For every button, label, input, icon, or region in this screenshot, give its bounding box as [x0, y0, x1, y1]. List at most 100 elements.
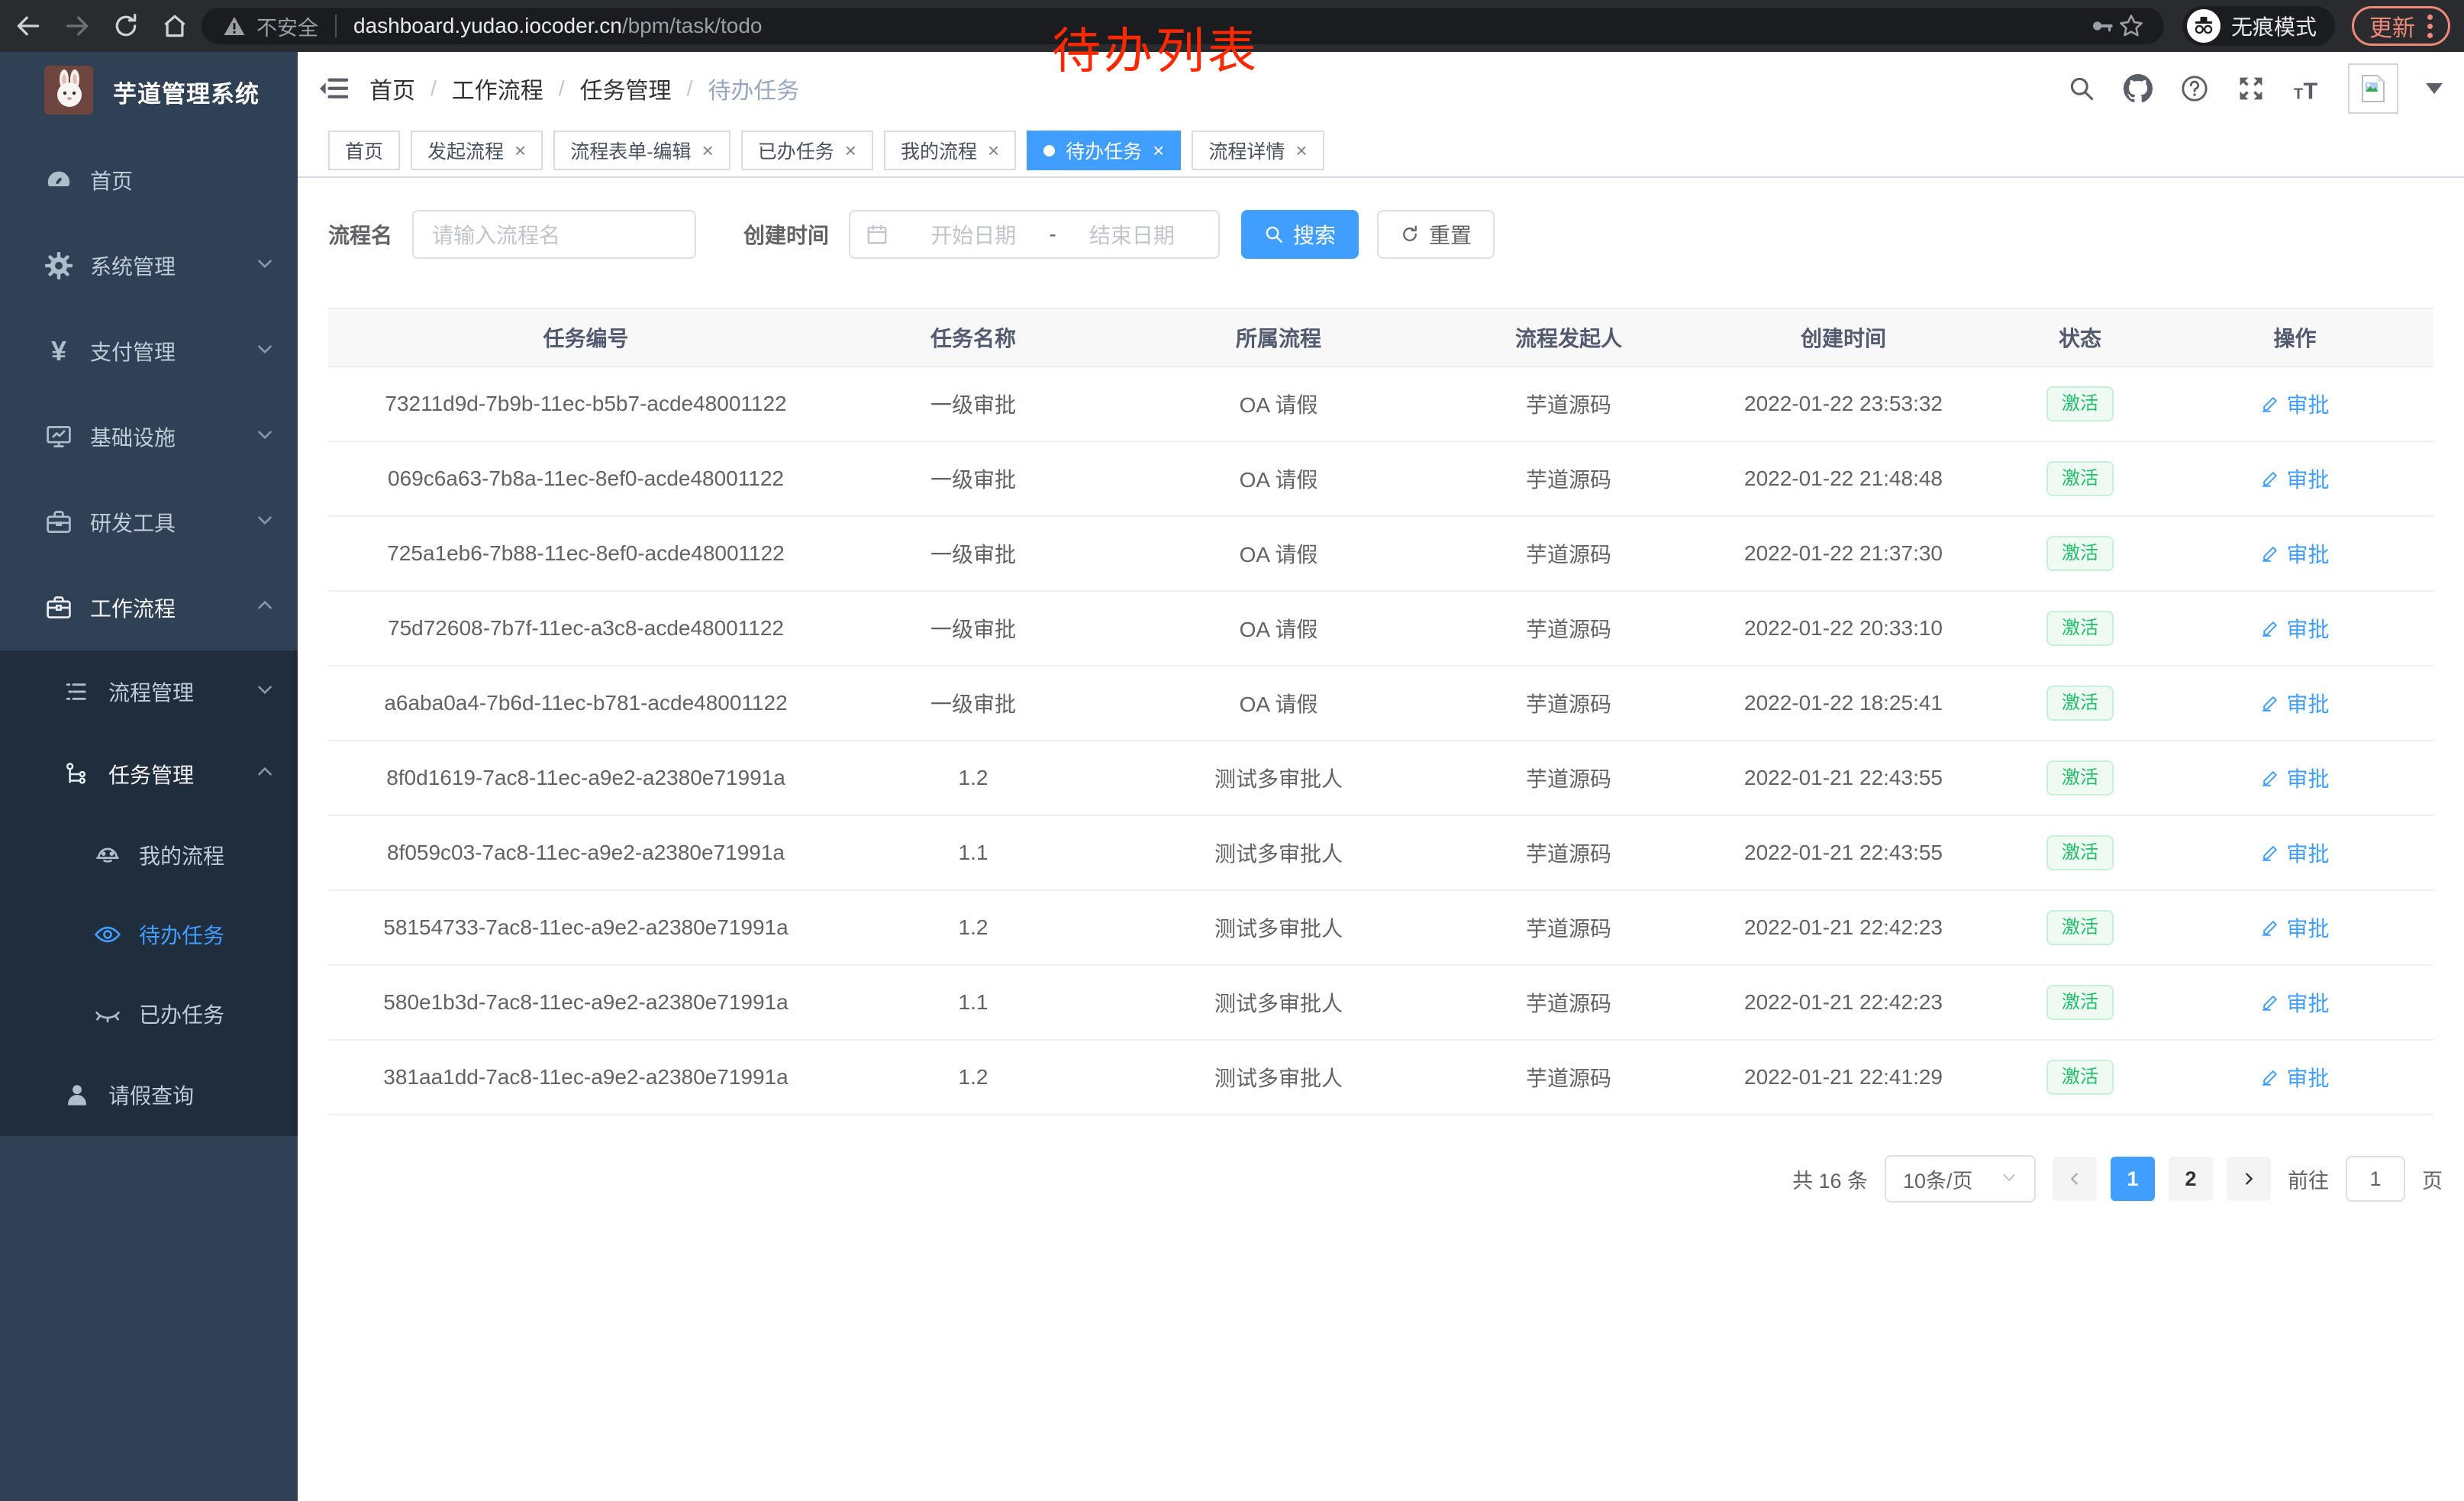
prev-page-button[interactable]: [2053, 1157, 2097, 1201]
task-id: 069c6a63-7b8a-11ec-8ef0-acde48001122: [328, 466, 843, 491]
sidebar-item-todo-tasks[interactable]: 待办任务: [0, 895, 298, 974]
table-row: 069c6a63-7b8a-11ec-8ef0-acde48001122一级审批…: [328, 442, 2433, 517]
close-icon[interactable]: ×: [1153, 140, 1164, 160]
process-name: OA 请假: [1103, 538, 1454, 569]
approve-link[interactable]: 审批: [2260, 463, 2329, 494]
approve-link[interactable]: 审批: [2260, 389, 2329, 419]
sidebar-item-done-tasks[interactable]: 已办任务: [0, 974, 298, 1054]
breadcrumb-task-mgmt[interactable]: 任务管理: [580, 72, 672, 105]
sidebar-item-workflow[interactable]: 工作流程: [0, 565, 298, 650]
task-id: a6aba0a4-7b6d-11ec-b781-acde48001122: [328, 691, 843, 715]
sidebar-item-task-mgmt[interactable]: 任务管理: [0, 733, 298, 815]
fullscreen-icon[interactable]: [2235, 73, 2267, 105]
sidebar-item-infra[interactable]: 基础设施: [0, 394, 298, 479]
monitor-icon: [44, 422, 73, 451]
page-button-2[interactable]: 2: [2169, 1157, 2213, 1201]
reload-icon[interactable]: [111, 11, 140, 40]
home-icon[interactable]: [160, 11, 189, 40]
process-starter: 芋道源码: [1454, 912, 1683, 943]
search-button[interactable]: 搜索: [1241, 210, 1359, 259]
tab-my-process[interactable]: 我的流程×: [884, 131, 1016, 170]
tab-todo-tasks[interactable]: 待办任务×: [1027, 131, 1181, 170]
eye-closed-icon: [93, 999, 122, 1028]
breadcrumb-home[interactable]: 首页: [369, 72, 415, 105]
process-starter: 芋道源码: [1454, 389, 1683, 419]
sidebar-item-devtools[interactable]: 研发工具: [0, 479, 298, 565]
date-range-picker[interactable]: 开始日期 - 结束日期: [849, 210, 1220, 259]
forward-icon[interactable]: [63, 11, 92, 40]
sidebar-collapse-icon[interactable]: [318, 71, 353, 106]
task-id: 73211d9d-7b9b-11ec-b5b7-acde48001122: [328, 392, 843, 416]
process-name-input[interactable]: 请输入流程名: [412, 210, 696, 259]
sidebar-item-home[interactable]: 首页: [0, 137, 298, 223]
tab-start-process[interactable]: 发起流程×: [411, 131, 543, 170]
approve-link[interactable]: 审批: [2260, 688, 2329, 718]
reset-button[interactable]: 重置: [1377, 210, 1495, 259]
incognito-icon: [2187, 9, 2221, 43]
back-icon[interactable]: [14, 11, 43, 40]
close-icon[interactable]: ×: [845, 140, 856, 160]
tab-process-detail[interactable]: 流程详情×: [1192, 131, 1324, 170]
browser-menu-icon[interactable]: [2427, 15, 2433, 38]
chevron-down-icon: [255, 510, 275, 535]
create-time: 2022-01-21 22:42:23: [1683, 990, 2004, 1015]
avatar[interactable]: [2348, 63, 2398, 114]
bookmark-star-icon[interactable]: [2117, 11, 2146, 40]
page-header: 首页 / 工作流程 / 任务管理 / 待办任务 TT: [298, 52, 2464, 124]
update-button[interactable]: 更新: [2352, 6, 2450, 46]
page-size-select[interactable]: 10条/页: [1885, 1155, 2036, 1202]
total-count: 共 16 条: [1792, 1164, 1868, 1194]
col-status: 状态: [2004, 322, 2156, 353]
approve-link[interactable]: 审批: [2260, 763, 2329, 793]
approve-link[interactable]: 审批: [2260, 1062, 2329, 1093]
end-date-placeholder[interactable]: 结束日期: [1061, 219, 1203, 250]
sidebar-item-my-process[interactable]: 我的流程: [0, 815, 298, 895]
process-name: 测试多审批人: [1103, 763, 1454, 793]
search-icon[interactable]: [2066, 73, 2098, 105]
goto-page-input[interactable]: [2346, 1156, 2405, 1202]
create-time-label: 创建时间: [743, 219, 829, 250]
close-icon[interactable]: ×: [988, 140, 999, 160]
sidebar-item-system[interactable]: 系统管理: [0, 223, 298, 308]
task-name: 1.2: [843, 1065, 1103, 1089]
approve-link[interactable]: 审批: [2260, 912, 2329, 943]
col-task-name: 任务名称: [843, 322, 1103, 353]
breadcrumb-workflow[interactable]: 工作流程: [452, 72, 543, 105]
chevron-down-icon: [255, 424, 275, 450]
warning-icon[interactable]: [220, 11, 249, 40]
task-name: 一级审批: [843, 613, 1103, 644]
font-size-icon[interactable]: TT: [2291, 73, 2324, 105]
chevron-down-icon: [255, 679, 275, 705]
tab-home[interactable]: 首页: [328, 131, 400, 170]
process-name: OA 请假: [1103, 389, 1454, 419]
close-icon[interactable]: ×: [514, 140, 526, 160]
github-icon[interactable]: [2122, 73, 2154, 105]
page-button-1[interactable]: 1: [2111, 1157, 2155, 1201]
svg-text:T: T: [2294, 86, 2303, 102]
tab-process-form-edit[interactable]: 流程表单-编辑×: [553, 131, 730, 170]
approve-link[interactable]: 审批: [2260, 538, 2329, 569]
process-name: 测试多审批人: [1103, 912, 1454, 943]
start-date-placeholder[interactable]: 开始日期: [902, 219, 1044, 250]
sidebar-item-leave-query[interactable]: 请假查询: [0, 1054, 298, 1136]
sidebar-item-payment[interactable]: ¥ 支付管理: [0, 308, 298, 394]
approve-link[interactable]: 审批: [2260, 838, 2329, 868]
toolbox-icon: [44, 508, 73, 537]
approve-link[interactable]: 审批: [2260, 613, 2329, 644]
close-icon[interactable]: ×: [702, 140, 714, 160]
next-page-button[interactable]: [2227, 1157, 2271, 1201]
table-row: 8f0d1619-7ac8-11ec-a9e2-a2380e71991a1.2测…: [328, 741, 2433, 816]
sidebar-item-process-mgmt[interactable]: 流程管理: [0, 650, 298, 733]
url-text: dashboard.yudao.iocoder.cn/bpm/task/todo: [353, 14, 762, 38]
help-icon[interactable]: [2179, 73, 2211, 105]
avatar-menu-caret-icon[interactable]: [2426, 83, 2443, 94]
close-icon[interactable]: ×: [1295, 140, 1307, 160]
sidebar-item-label: 任务管理: [108, 759, 194, 789]
tab-done-tasks[interactable]: 已办任务×: [741, 131, 873, 170]
status-badge: 激活: [2046, 611, 2114, 647]
task-table: 任务编号 任务名称 所属流程 流程发起人 创建时间 状态 操作 73211d9d…: [328, 308, 2433, 1115]
password-key-icon[interactable]: [2088, 11, 2117, 40]
table-header-row: 任务编号 任务名称 所属流程 流程发起人 创建时间 状态 操作: [328, 309, 2433, 367]
breadcrumb-current: 待办任务: [708, 72, 799, 105]
approve-link[interactable]: 审批: [2260, 987, 2329, 1018]
